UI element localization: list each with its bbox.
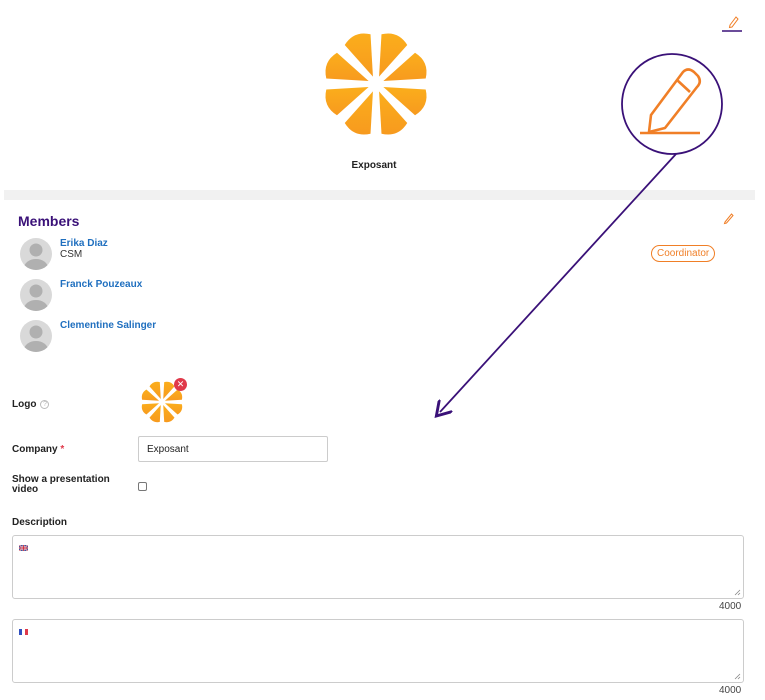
member-role: CSM	[60, 249, 83, 260]
description-textarea-en[interactable]	[12, 535, 744, 599]
required-mark: *	[60, 444, 65, 455]
help-icon[interactable]: ?	[40, 399, 50, 409]
company-name: Exposant	[351, 160, 397, 171]
member-item[interactable]: Clementine Salinger	[20, 320, 420, 360]
description-label: Description	[12, 517, 68, 528]
avatar	[20, 238, 52, 270]
char-counter: 4000	[719, 685, 742, 696]
edit-members-pencil-icon[interactable]	[722, 211, 736, 225]
avatar	[20, 279, 52, 311]
company-label-text: Company	[12, 444, 58, 455]
uk-flag-icon	[19, 545, 28, 551]
member-item[interactable]: Franck Pouzeaux	[20, 279, 420, 319]
resize-grip-icon	[734, 673, 741, 680]
logo-label-text: Logo	[12, 399, 37, 410]
avatar	[20, 320, 52, 352]
video-label-line: video	[12, 484, 39, 495]
profile-card: Exposant	[4, 0, 755, 190]
section-divider	[4, 190, 755, 200]
members-section: Members Erika Diaz CSM Coordinator Franc…	[4, 203, 755, 365]
member-name[interactable]: Clementine Salinger	[60, 320, 156, 331]
description-textarea-fr[interactable]	[12, 619, 744, 683]
char-counter: 4000	[719, 601, 742, 612]
fr-flag-icon	[19, 629, 28, 635]
orange-slice-icon	[325, 33, 427, 135]
company-input[interactable]	[138, 436, 328, 462]
logo-label: Logo?	[12, 399, 50, 410]
resize-grip-icon	[734, 589, 741, 596]
member-item[interactable]: Erika Diaz CSM	[20, 238, 420, 278]
member-name[interactable]: Franck Pouzeaux	[60, 279, 142, 290]
company-label: Company *	[12, 444, 64, 455]
remove-logo-button[interactable]: ✕	[174, 378, 187, 391]
company-logo	[316, 24, 436, 149]
presentation-video-checkbox[interactable]	[138, 482, 147, 491]
members-title: Members	[18, 213, 80, 229]
video-label: Show a presentation video	[12, 475, 110, 495]
edit-profile-pencil-icon[interactable]	[720, 13, 744, 33]
coordinator-badge: Coordinator	[651, 245, 716, 262]
member-name[interactable]: Erika Diaz	[60, 238, 108, 249]
